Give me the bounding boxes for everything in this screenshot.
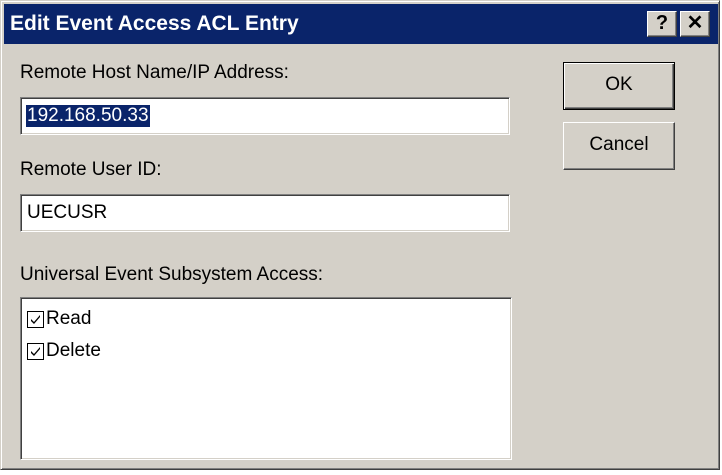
close-button[interactable]: ✕ bbox=[680, 11, 710, 37]
access-listbox[interactable]: Read Delete bbox=[20, 297, 512, 460]
user-id-input-value: UECUSR bbox=[27, 202, 108, 223]
title-bar[interactable]: Edit Event Access ACL Entry ? ✕ bbox=[4, 4, 718, 44]
ok-button[interactable]: OK bbox=[563, 62, 675, 110]
checkmark-icon bbox=[31, 346, 40, 356]
help-icon: ? bbox=[655, 12, 669, 34]
host-input[interactable]: 192.168.50.33 bbox=[20, 97, 510, 135]
checkmark-icon bbox=[31, 314, 40, 324]
access-item-label: Read bbox=[46, 308, 92, 329]
host-label: Remote Host Name/IP Address: bbox=[20, 62, 289, 83]
access-item-read[interactable]: Read bbox=[27, 306, 91, 332]
access-label: Universal Event Subsystem Access: bbox=[20, 264, 324, 285]
close-icon: ✕ bbox=[686, 12, 704, 34]
user-id-input[interactable]: UECUSR bbox=[20, 194, 510, 232]
access-item-delete[interactable]: Delete bbox=[27, 338, 101, 364]
read-checkbox[interactable] bbox=[27, 310, 44, 328]
host-input-value: 192.168.50.33 bbox=[26, 105, 150, 127]
help-button[interactable]: ? bbox=[647, 11, 677, 37]
user-label: Remote User ID: bbox=[20, 159, 162, 180]
edit-event-access-acl-dialog: Edit Event Access ACL Entry ? ✕ Remote H… bbox=[0, 0, 720, 470]
window-title: Edit Event Access ACL Entry bbox=[10, 12, 299, 35]
access-item-label: Delete bbox=[46, 340, 101, 361]
cancel-button[interactable]: Cancel bbox=[563, 122, 675, 170]
delete-checkbox[interactable] bbox=[27, 342, 44, 360]
